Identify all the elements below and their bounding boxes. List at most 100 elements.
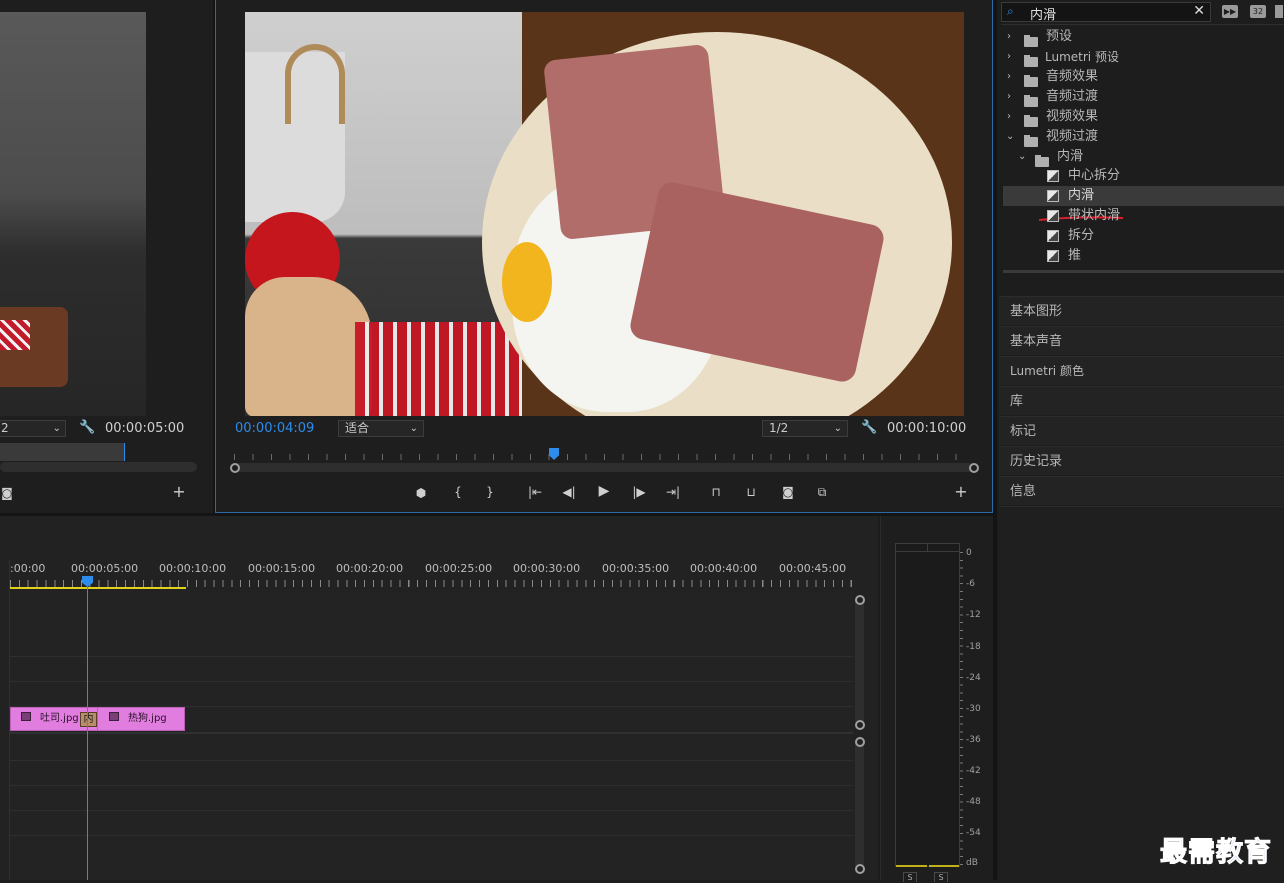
- resolution-select[interactable]: 1/2 ⌄: [762, 420, 848, 437]
- tree-row-lumetri-presets[interactable]: › Lumetri 预设: [1003, 47, 1284, 67]
- solo-right-button[interactable]: S: [934, 872, 948, 882]
- go-to-in-icon[interactable]: |⇤: [526, 485, 544, 499]
- fit-select[interactable]: 适合 ⌄: [338, 420, 424, 437]
- chevron-right-icon: ›: [1007, 71, 1011, 82]
- step-forward-icon[interactable]: |▶: [631, 485, 647, 499]
- tree-row-push[interactable]: 推: [1003, 246, 1284, 266]
- accelerated-effects-icon[interactable]: ▶▶: [1222, 5, 1238, 18]
- solo-left-button[interactable]: S: [903, 872, 917, 882]
- meter-label: -12: [966, 610, 981, 620]
- lift-icon[interactable]: ⊓: [706, 485, 726, 499]
- tree-row-slide-folder[interactable]: ⌄ 内滑: [1003, 147, 1284, 167]
- fx-badge-icon: [109, 712, 119, 721]
- tree-row-center-split[interactable]: 中心拆分: [1003, 166, 1284, 186]
- ruler-label: 00:00:15:00: [248, 562, 316, 575]
- scroll-handle-icon[interactable]: [855, 720, 865, 730]
- tree-row-label: 内滑: [1068, 188, 1095, 203]
- track-separator: [10, 785, 853, 786]
- source-zoom-select[interactable]: 2 ⌄: [0, 420, 66, 437]
- export-frame-camera-icon[interactable]: ◙: [780, 485, 796, 499]
- tree-row-label: 中心拆分: [1068, 168, 1121, 183]
- tree-row-video-transitions[interactable]: ⌄ 视频过渡: [1003, 127, 1284, 147]
- timeline-playhead-line: [87, 586, 88, 880]
- add-button-icon[interactable]: +: [954, 484, 968, 500]
- panel-lumetri-color[interactable]: Lumetri 颜色: [999, 356, 1284, 385]
- add-button-icon[interactable]: +: [172, 484, 186, 500]
- transition-slide[interactable]: 内: [80, 712, 97, 727]
- clip-name: 吐司.jpg: [40, 713, 79, 724]
- wrench-icon[interactable]: 🔧: [79, 421, 95, 435]
- scroll-handle-left-icon[interactable]: [230, 463, 240, 473]
- yuv-effects-icon[interactable]: [1275, 5, 1283, 18]
- panel-history[interactable]: 历史记录: [999, 446, 1284, 475]
- transition-label: 内: [83, 714, 94, 725]
- tree-row-audio-effects[interactable]: › 音频效果: [1003, 67, 1284, 87]
- audio-meter-level-left: [896, 865, 927, 867]
- mark-in-icon[interactable]: {: [451, 485, 465, 499]
- audio-meter-header-right: [928, 544, 959, 552]
- folder-icon: [1024, 114, 1038, 127]
- source-monitor-panel: 2 ⌄ 🔧 00:00:05:00 ◙ +: [0, 0, 213, 513]
- tree-row-band-slide[interactable]: 带状内滑: [1003, 206, 1284, 226]
- scroll-handle-icon[interactable]: [855, 595, 865, 605]
- meter-label: -48: [966, 797, 981, 807]
- ruler-label: 00:00:05:00: [71, 562, 139, 575]
- tree-row-label: 拆分: [1068, 228, 1095, 243]
- tree-row-label: 音频过渡: [1046, 89, 1099, 104]
- wrench-icon[interactable]: 🔧: [861, 421, 877, 435]
- mark-out-icon[interactable]: }: [483, 485, 497, 499]
- clip-hotdog[interactable]: 热狗.jpg: [97, 707, 185, 731]
- ruler-label: 00:00:25:00: [425, 562, 493, 575]
- work-area-bar[interactable]: [10, 587, 186, 589]
- effects-tree-scrollbar[interactable]: [1003, 270, 1284, 273]
- source-zoom-scrollbar[interactable]: [0, 462, 197, 472]
- clear-search-icon[interactable]: ✕: [1193, 3, 1205, 19]
- step-back-icon[interactable]: ◀|: [561, 485, 577, 499]
- go-to-out-icon[interactable]: ⇥|: [664, 485, 682, 499]
- tree-row-presets[interactable]: › 预设: [1003, 27, 1284, 47]
- comparison-view-icon[interactable]: ⧉: [812, 485, 832, 499]
- timeline-track-area: [10, 592, 853, 880]
- program-zoom-scrollbar[interactable]: [234, 463, 974, 472]
- extract-icon[interactable]: ⊔: [741, 485, 761, 499]
- chevron-right-icon: ›: [1007, 51, 1011, 62]
- ruler-label: 00:00:10:00: [159, 562, 227, 575]
- tree-row-label: 视频过渡: [1046, 129, 1099, 144]
- tree-row-label: 内滑: [1057, 149, 1084, 164]
- search-icon: ⌕: [1007, 4, 1014, 18]
- tree-row-audio-transitions[interactable]: › 音频过渡: [1003, 87, 1284, 107]
- effects-panel-divider: [1001, 24, 1284, 25]
- audio-tracks-scrollbar[interactable]: [855, 740, 864, 870]
- scroll-handle-right-icon[interactable]: [969, 463, 979, 473]
- panel-markers[interactable]: 标记: [999, 416, 1284, 445]
- panel-essential-graphics[interactable]: 基本图形: [999, 296, 1284, 325]
- audio-meter-level-right: [929, 865, 959, 867]
- panel-info[interactable]: 信息: [999, 476, 1284, 505]
- track-separator: [10, 810, 853, 811]
- scroll-handle-icon[interactable]: [855, 737, 865, 747]
- folder-icon: [1024, 94, 1038, 107]
- tree-row-split[interactable]: 拆分: [1003, 226, 1284, 246]
- track-separator: [10, 732, 853, 734]
- add-marker-icon[interactable]: ⬢: [414, 486, 428, 500]
- panel-libraries[interactable]: 库: [999, 386, 1284, 415]
- chevron-down-icon: ⌄: [409, 423, 418, 434]
- source-timecode-end: 00:00:05:00: [105, 421, 185, 436]
- program-time-ruler[interactable]: [234, 450, 974, 460]
- search-field[interactable]: ⌕ 内滑 ✕: [1001, 2, 1211, 23]
- video-frame-right: [482, 12, 964, 416]
- tree-row-label: Lumetri 预设: [1045, 50, 1119, 64]
- program-timecode-current[interactable]: 00:00:04:09: [235, 421, 314, 436]
- timeline-ruler-ticks[interactable]: [10, 580, 853, 587]
- scroll-handle-icon[interactable]: [855, 864, 865, 874]
- transition-effect-icon: [1047, 190, 1059, 202]
- video-tracks-scrollbar[interactable]: [855, 598, 864, 726]
- 32bit-effects-icon[interactable]: 32: [1250, 5, 1266, 18]
- source-timebar[interactable]: [0, 443, 125, 461]
- tree-row-video-effects[interactable]: › 视频效果: [1003, 107, 1284, 127]
- video-frame-left: [245, 12, 525, 416]
- play-icon[interactable]: ▶: [596, 484, 612, 498]
- tree-row-slide-selected[interactable]: 内滑: [1003, 186, 1284, 206]
- panel-essential-sound[interactable]: 基本声音: [999, 326, 1284, 355]
- camera-icon[interactable]: ◙: [0, 486, 14, 500]
